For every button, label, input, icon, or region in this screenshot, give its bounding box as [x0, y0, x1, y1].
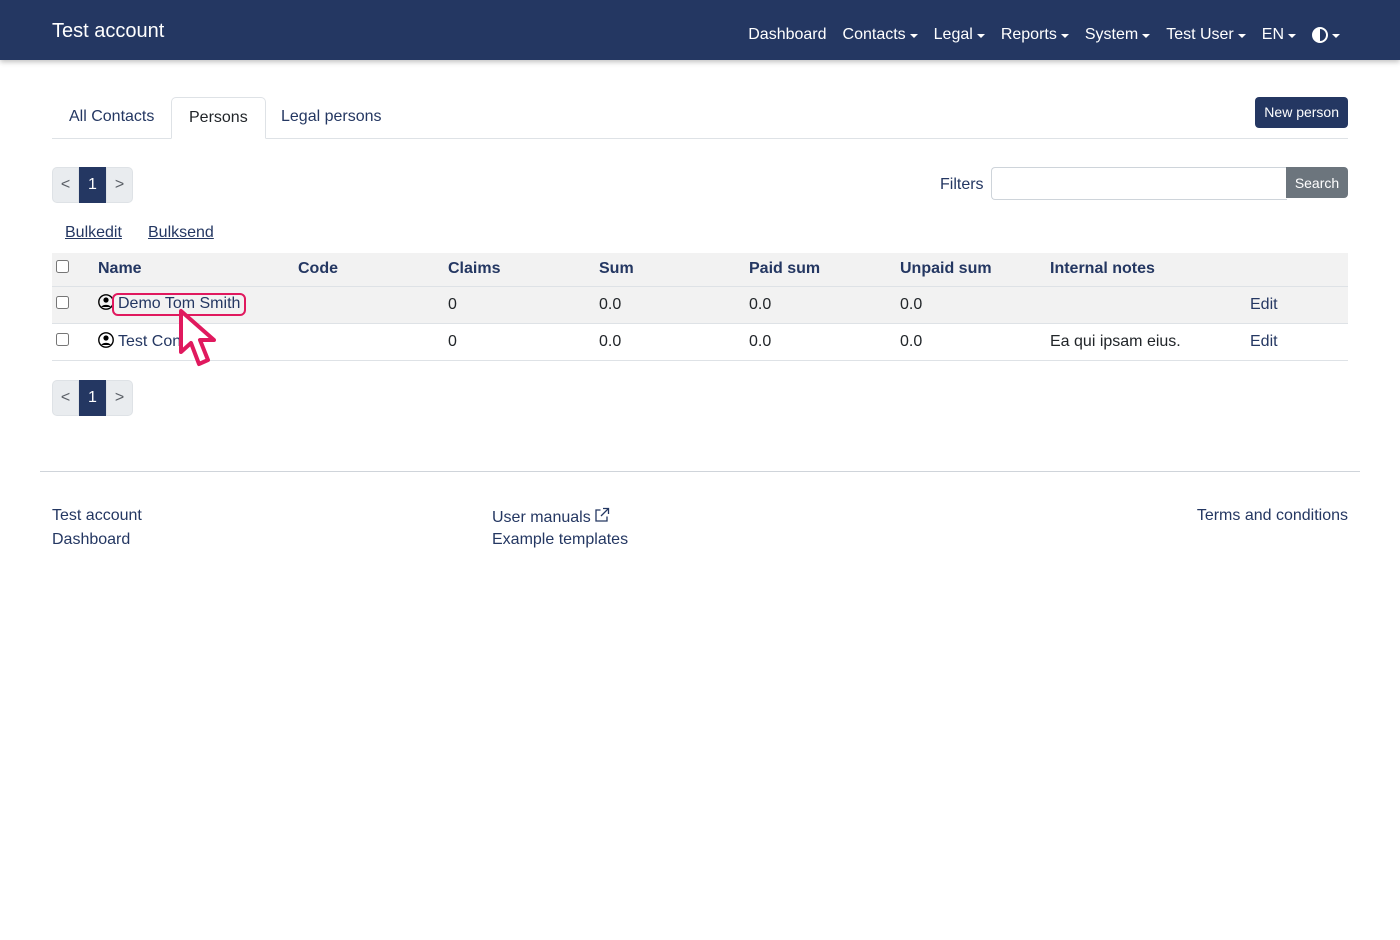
persons-table: Name Code Claims Sum Paid sum Unpaid sum… [52, 253, 1348, 361]
sum-cell: 0.0 [599, 295, 622, 313]
nav-menu: Dashboard Contacts Legal Reports System … [748, 24, 1340, 46]
footer-link-test-account[interactable]: Test account [52, 507, 142, 525]
pagination-bottom: < 1 > [52, 380, 133, 416]
nav-dashboard-label: Dashboard [748, 26, 827, 43]
nav-user-label: Test User [1166, 26, 1234, 43]
nav-theme-dropdown[interactable] [1312, 27, 1340, 43]
caret-down-icon [1288, 33, 1296, 38]
contact-name-link[interactable]: Test Con [118, 333, 181, 350]
new-person-button[interactable]: New person [1255, 97, 1348, 128]
column-header-actions [1250, 253, 1348, 286]
unpaid-sum-cell: 0.0 [900, 332, 923, 350]
row-select-cell [52, 286, 98, 323]
nav-legal-label: Legal [933, 26, 973, 43]
row-checkbox[interactable] [56, 295, 69, 309]
sum-cell: 0.0 [599, 332, 622, 350]
pagination-next[interactable]: > [106, 167, 133, 203]
table-header-row: Name Code Claims Sum Paid sum Unpaid sum… [52, 253, 1348, 286]
top-navbar: Test account Dashboard Contacts Legal Re… [0, 0, 1400, 60]
edit-link[interactable]: Edit [1250, 323, 1348, 360]
tab-legal-persons[interactable]: Legal persons [264, 97, 399, 139]
column-header-unpaid-sum: Unpaid sum [900, 260, 992, 278]
select-all-cell [52, 253, 98, 286]
contrast-icon [1312, 27, 1328, 43]
pagination-page-current[interactable]: 1 [79, 167, 106, 203]
footer-link-dashboard[interactable]: Dashboard [52, 531, 130, 549]
footer-link-example-templates[interactable]: Example templates [492, 531, 628, 549]
code-cell [298, 323, 448, 360]
paid-sum-cell: 0.0 [749, 295, 772, 313]
internal-notes-cell: Ea qui ipsam eius. [1050, 332, 1181, 350]
footer-divider [40, 471, 1360, 472]
contact-tabs: All Contacts Persons Legal persons [52, 97, 1348, 139]
nav-contacts-dropdown[interactable]: Contacts [843, 26, 918, 44]
nav-reports-label: Reports [1000, 26, 1057, 43]
nav-contacts-label: Contacts [842, 26, 906, 43]
column-header-sum: Sum [599, 260, 634, 278]
caret-down-icon [1332, 33, 1340, 38]
pagination-top: < 1 > [52, 167, 133, 203]
search-button[interactable]: Search [1286, 167, 1348, 198]
table-row: Test Con 0 0.0 0.0 0.0 Ea qui ipsam eius… [52, 323, 1348, 360]
mouse-pointer-icon [179, 309, 216, 366]
bulkedit-link[interactable]: Bulkedit [65, 224, 122, 242]
nav-user-dropdown[interactable]: Test User [1166, 26, 1246, 44]
filters-input[interactable] [991, 167, 1287, 200]
column-header-paid-sum: Paid sum [749, 260, 821, 278]
claims-cell: 0 [448, 295, 457, 313]
table-row: Demo Tom Smith 0 0.0 0.0 0.0 Edit [52, 286, 1348, 323]
nav-system-dropdown[interactable]: System [1084, 26, 1151, 44]
nav-reports-dropdown[interactable]: Reports [1001, 26, 1069, 44]
caret-down-icon [976, 33, 985, 38]
external-link-icon [595, 507, 609, 522]
select-all-checkbox[interactable] [56, 260, 69, 274]
footer-link-user-manuals: User manuals [492, 509, 591, 526]
tab-all-contacts[interactable]: All Contacts [52, 97, 171, 139]
person-circle-icon [98, 332, 114, 348]
column-header-name: Name [98, 260, 142, 278]
caret-down-icon [1142, 33, 1151, 38]
caret-down-icon [909, 33, 918, 38]
nav-language-label: EN [1261, 26, 1284, 43]
claims-cell: 0 [448, 332, 457, 350]
pagination-page-current[interactable]: 1 [79, 380, 106, 416]
filters-label: Filters [940, 176, 984, 193]
nav-language-dropdown[interactable]: EN [1262, 26, 1296, 44]
nav-legal-dropdown[interactable]: Legal [934, 26, 985, 44]
footer-link-terms[interactable]: Terms and conditions [1197, 507, 1348, 525]
internal-notes-cell [1050, 286, 1250, 323]
footer-link-user-manuals-wrap[interactable]: User manuals [492, 507, 610, 527]
column-header-code: Code [298, 260, 338, 278]
nav-system-label: System [1084, 26, 1139, 43]
edit-link[interactable]: Edit [1250, 286, 1348, 323]
tab-persons[interactable]: Persons [171, 97, 266, 139]
bulksend-link[interactable]: Bulksend [148, 224, 214, 242]
caret-down-icon [1060, 33, 1069, 38]
brand-link[interactable]: Test account [52, 20, 164, 43]
column-header-claims: Claims [448, 260, 501, 278]
paid-sum-cell: 0.0 [749, 332, 772, 350]
column-header-internal-notes: Internal notes [1050, 260, 1155, 278]
caret-down-icon [1237, 33, 1246, 38]
nav-dashboard[interactable]: Dashboard [748, 26, 826, 44]
unpaid-sum-cell: 0.0 [900, 295, 923, 313]
code-cell [298, 286, 448, 323]
pagination-prev[interactable]: < [52, 167, 79, 203]
pagination-prev[interactable]: < [52, 380, 79, 416]
pagination-next[interactable]: > [106, 380, 133, 416]
row-select-cell [52, 323, 98, 360]
row-checkbox[interactable] [56, 332, 69, 346]
